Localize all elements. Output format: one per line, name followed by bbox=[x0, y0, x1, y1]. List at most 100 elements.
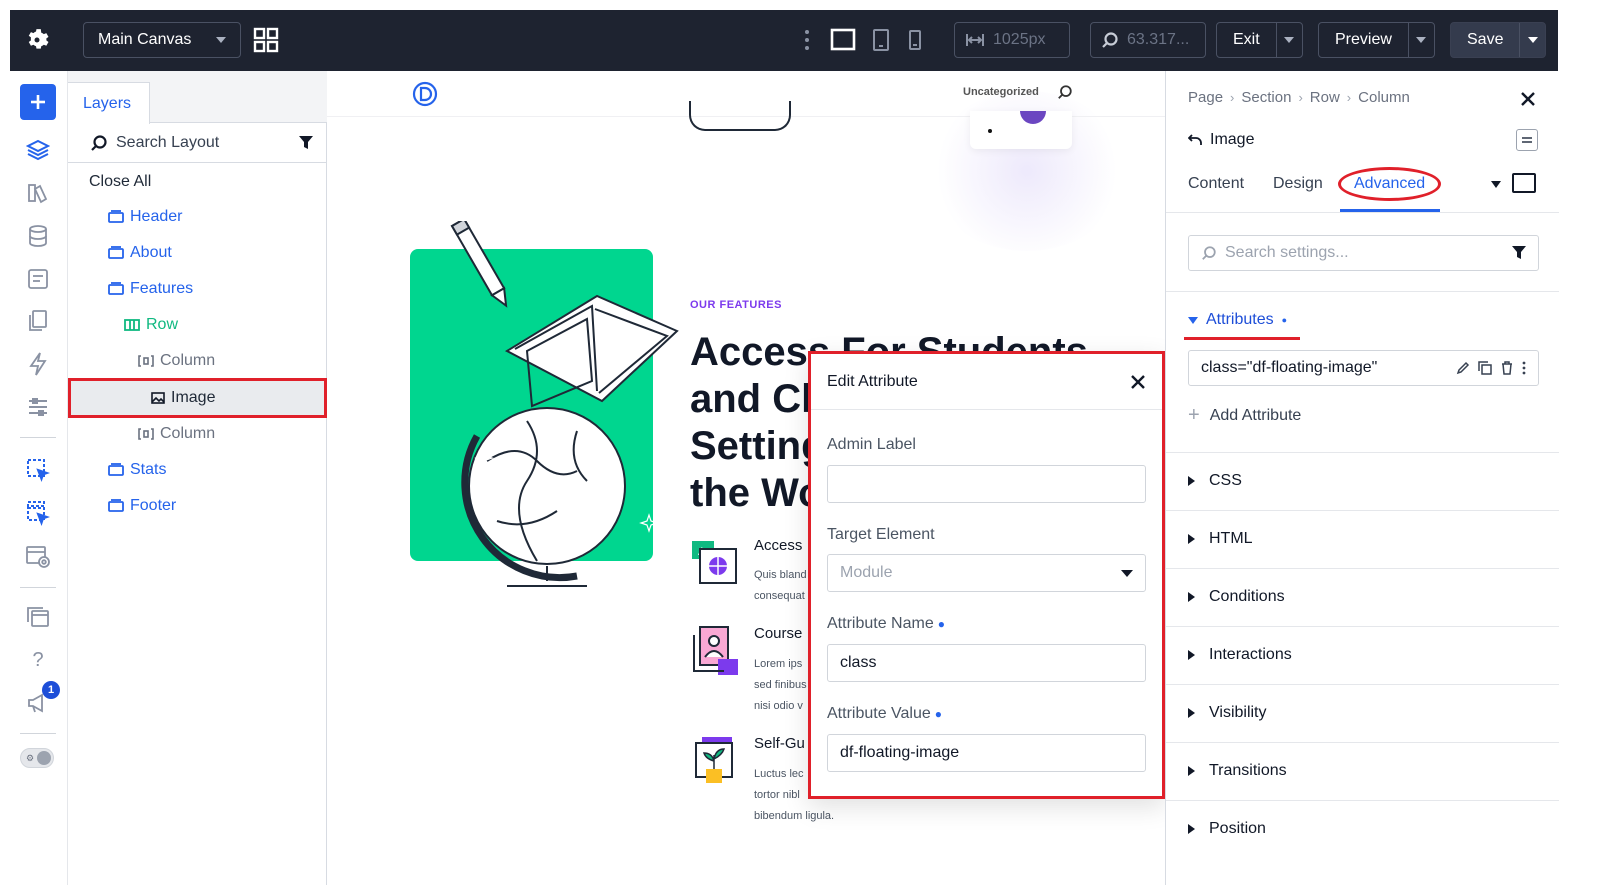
divi-logo-icon[interactable] bbox=[412, 81, 438, 112]
edit-attribute-modal: Edit Attribute Admin Label Target Elemen… bbox=[808, 351, 1165, 799]
add-attribute-button[interactable]: + Add Attribute bbox=[1188, 404, 1301, 427]
attributes-section-toggle[interactable]: Attributes ● bbox=[1188, 311, 1287, 329]
preview-button[interactable]: Preview bbox=[1318, 22, 1435, 58]
database-icon[interactable] bbox=[20, 218, 56, 254]
module-options-icon[interactable] bbox=[1516, 129, 1538, 151]
attributes-highlight bbox=[1184, 337, 1300, 340]
announcements-button[interactable]: 1 bbox=[20, 681, 60, 721]
chevron-down-icon bbox=[1416, 37, 1427, 43]
windows-icon[interactable] bbox=[20, 599, 56, 635]
settings-sliders-icon[interactable] bbox=[20, 389, 56, 425]
layer-column[interactable]: Column bbox=[68, 343, 327, 379]
layers-search-placeholder: Search Layout bbox=[116, 133, 220, 151]
more-vertical-icon[interactable] bbox=[1522, 361, 1526, 375]
exit-dropdown[interactable] bbox=[1275, 23, 1302, 57]
breadcrumb-item[interactable]: Page bbox=[1188, 89, 1223, 106]
pages-icon[interactable] bbox=[20, 303, 56, 339]
settings-search-placeholder: Search settings... bbox=[1225, 244, 1349, 261]
layer-row[interactable]: Row bbox=[68, 307, 327, 343]
feature-text: sed finibus bbox=[754, 679, 807, 691]
button-outline bbox=[689, 101, 791, 131]
filter-icon[interactable] bbox=[299, 135, 313, 150]
tab-layers[interactable]: Layers bbox=[68, 82, 150, 124]
section-visibility[interactable]: Visibility bbox=[1188, 704, 1267, 722]
settings-gear-icon[interactable] bbox=[24, 27, 50, 53]
save-button[interactable]: Save bbox=[1450, 22, 1547, 58]
desktop-view-icon[interactable] bbox=[830, 28, 856, 52]
layers-search[interactable]: Search Layout bbox=[68, 123, 327, 163]
select-element-icon[interactable] bbox=[20, 452, 56, 488]
filter-icon[interactable] bbox=[1512, 246, 1526, 260]
layers-tab-bar: Layers bbox=[68, 71, 327, 124]
plant-growth-icon bbox=[695, 737, 733, 783]
multi-select-icon[interactable] bbox=[20, 495, 56, 531]
layer-image[interactable]: Image bbox=[68, 378, 327, 418]
attribute-value-input[interactable]: df-floating-image bbox=[827, 734, 1146, 772]
section-eyebrow: OUR FEATURES bbox=[690, 299, 782, 311]
theme-toggle[interactable]: ⚙ bbox=[20, 748, 54, 768]
lightning-icon[interactable] bbox=[20, 346, 56, 382]
section-css[interactable]: CSS bbox=[1188, 472, 1242, 490]
attribute-actions bbox=[1456, 361, 1526, 375]
tablet-view-icon[interactable] bbox=[872, 28, 890, 52]
section-position[interactable]: Position bbox=[1188, 820, 1266, 838]
exit-button[interactable]: Exit bbox=[1216, 22, 1303, 58]
section-interactions[interactable]: Interactions bbox=[1188, 646, 1292, 664]
feature-title: Self-Gu bbox=[754, 735, 805, 752]
save-dropdown[interactable] bbox=[1519, 23, 1545, 57]
close-all-button[interactable]: Close All bbox=[68, 164, 327, 200]
section-transitions[interactable]: Transitions bbox=[1188, 762, 1287, 780]
attribute-name-input[interactable]: class bbox=[827, 644, 1146, 682]
breadcrumb-item[interactable]: Row bbox=[1310, 89, 1340, 106]
layer-footer[interactable]: Footer bbox=[68, 488, 327, 524]
section-icon bbox=[108, 463, 124, 476]
section-conditions[interactable]: Conditions bbox=[1188, 588, 1285, 606]
layer-features[interactable]: Features bbox=[68, 271, 327, 307]
layout-preview-icon[interactable] bbox=[20, 539, 56, 575]
phone-view-icon[interactable] bbox=[908, 28, 922, 52]
breadcrumb-item[interactable]: Column bbox=[1358, 89, 1410, 106]
close-icon[interactable] bbox=[1130, 374, 1146, 390]
forms-icon[interactable] bbox=[20, 261, 56, 297]
layer-about[interactable]: About bbox=[68, 235, 327, 271]
layers-icon[interactable] bbox=[20, 132, 56, 168]
feature-title: Course bbox=[754, 625, 803, 642]
grid-layout-icon[interactable] bbox=[253, 27, 279, 53]
divider bbox=[1166, 800, 1559, 801]
attribute-entry[interactable]: class="df-floating-image" bbox=[1188, 350, 1539, 386]
tab-advanced[interactable]: Advanced bbox=[1338, 167, 1442, 201]
breadcrumb-item[interactable]: Section bbox=[1241, 89, 1291, 106]
help-icon[interactable]: ? bbox=[20, 642, 56, 678]
rail-divider bbox=[20, 437, 56, 438]
search-icon[interactable] bbox=[1057, 84, 1073, 105]
admin-label-input[interactable] bbox=[827, 465, 1146, 503]
canvas-select[interactable]: Main Canvas bbox=[83, 22, 241, 58]
search-icon bbox=[1102, 32, 1118, 48]
tab-content[interactable]: Content bbox=[1188, 175, 1244, 193]
copy-icon[interactable] bbox=[1478, 361, 1492, 375]
canvas-width-input[interactable]: 1025px bbox=[954, 22, 1070, 58]
layer-column[interactable]: Column bbox=[68, 416, 327, 452]
zoom-input[interactable]: 63.317... bbox=[1090, 22, 1206, 58]
caret-down-icon[interactable] bbox=[1491, 181, 1501, 188]
desktop-view-icon[interactable] bbox=[1512, 173, 1536, 193]
layer-stats[interactable]: Stats bbox=[68, 452, 327, 488]
trash-icon[interactable] bbox=[1500, 361, 1514, 375]
target-element-select[interactable]: Module bbox=[827, 554, 1146, 592]
attributes-label: Attributes bbox=[1206, 311, 1274, 328]
add-element-button[interactable] bbox=[20, 84, 56, 120]
library-icon[interactable] bbox=[20, 175, 56, 211]
nav-uncategorized[interactable]: Uncategorized bbox=[963, 86, 1039, 98]
close-panel-button[interactable] bbox=[1520, 87, 1536, 113]
pencil-icon[interactable] bbox=[1456, 361, 1470, 375]
tab-design[interactable]: Design bbox=[1273, 175, 1323, 193]
layer-label: Stats bbox=[130, 461, 167, 478]
layer-header[interactable]: Header bbox=[68, 199, 327, 235]
modified-dot: ● bbox=[1281, 315, 1288, 325]
more-vertical-icon[interactable] bbox=[804, 29, 810, 51]
chevron-down-icon bbox=[216, 37, 226, 43]
preview-dropdown[interactable] bbox=[1407, 23, 1434, 57]
back-arrow-icon[interactable] bbox=[1188, 133, 1202, 147]
section-html[interactable]: HTML bbox=[1188, 530, 1253, 548]
settings-search-input[interactable]: Search settings... bbox=[1188, 235, 1539, 271]
